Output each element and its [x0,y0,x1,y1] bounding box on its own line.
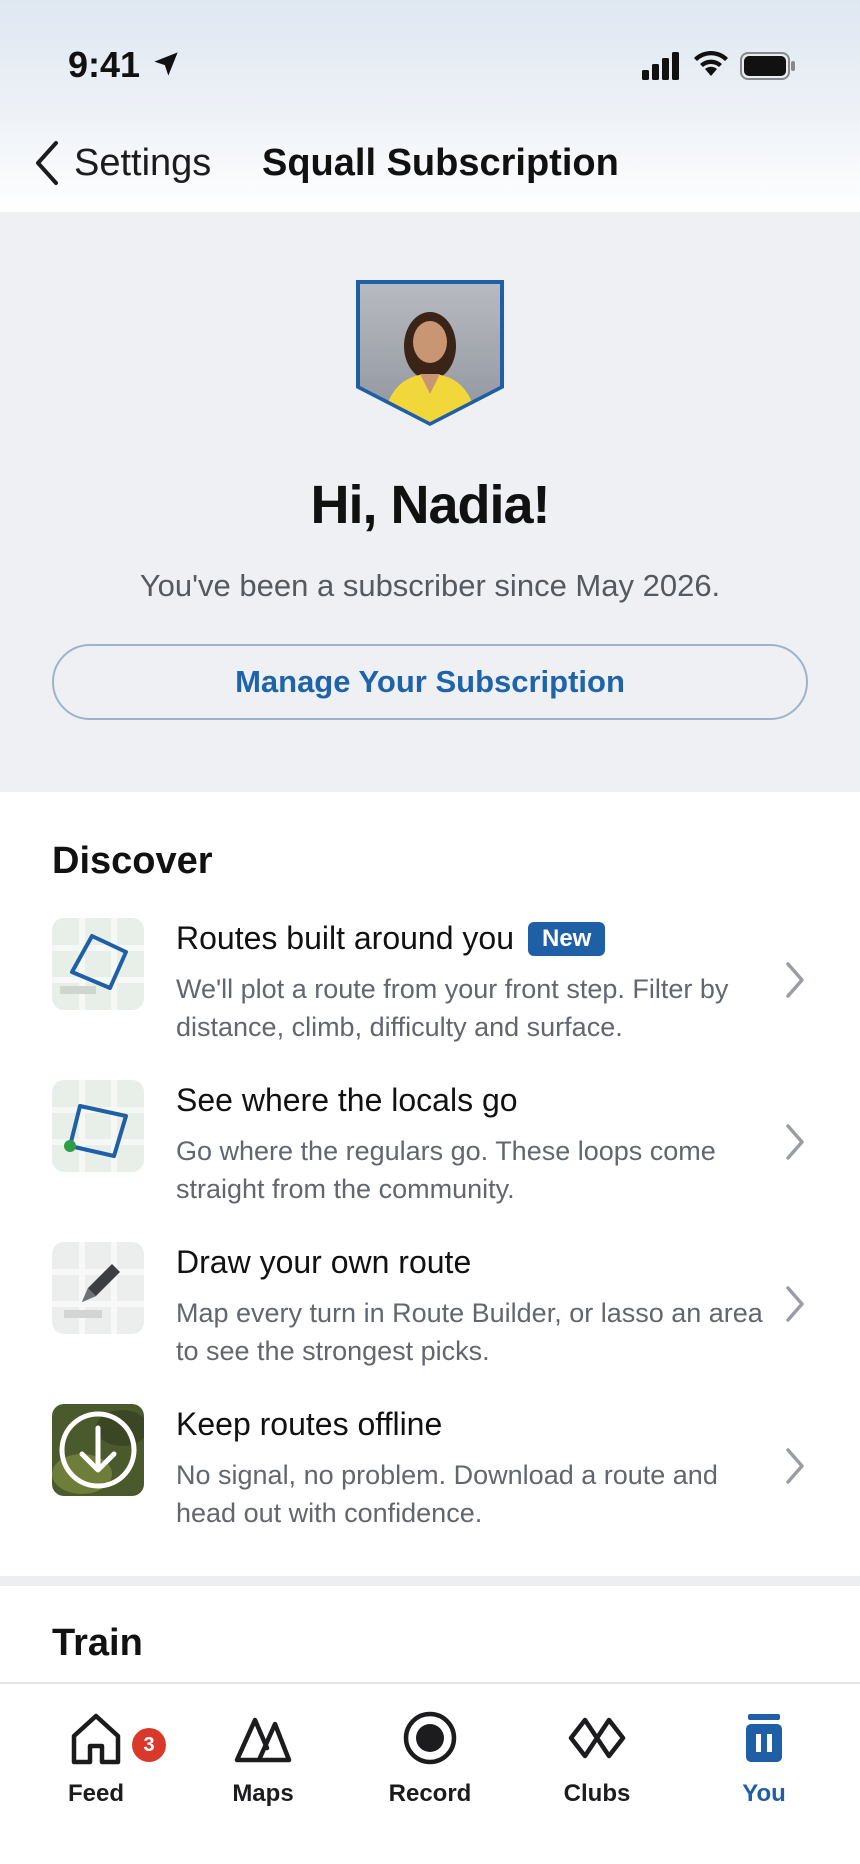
manage-subscription-button[interactable]: Manage Your Subscription [52,644,808,720]
page-title: Squall Subscription [262,142,619,184]
item-description: Go where the regulars go. These loops co… [176,1136,716,1204]
item-title: Keep routes offline [176,1406,442,1443]
subscriber-since-text: You've been a subscriber since May 2026. [139,568,721,603]
tab-label: Feed [67,1780,124,1807]
item-title-text: Keep routes offline [176,1406,443,1442]
item-description: We'll plot a route from your front step.… [176,974,729,1042]
item-title: Draw your own route [176,1244,471,1281]
back-button[interactable]: Settings [34,140,211,186]
download-icon [52,1404,144,1496]
status-bar: 9:41 [0,0,860,120]
feed-notification-badge: 3 [132,1728,166,1762]
tab-label: You [742,1780,786,1807]
cellular-signal-icon [642,52,679,80]
item-title-text: See where the locals go [176,1082,518,1118]
header-background: 9:41 Settings Squall Subscription [0,0,860,212]
tab-you[interactable]: You [694,1708,834,1828]
tab-feed[interactable]: 3 Feed [26,1708,166,1828]
tab-label: Record [388,1780,472,1807]
pencil-route-icon [52,1242,144,1334]
chevron-right-icon [786,1448,804,1484]
item-title-text: Routes built around you [176,920,514,956]
new-badge: New [528,921,606,956]
maps-icon [234,1717,292,1763]
home-icon [71,1713,121,1765]
tab-record[interactable]: Record [360,1708,500,1828]
you-icon [746,1714,782,1762]
discover-item-offline[interactable]: Keep routes offline No signal, no proble… [0,1404,860,1554]
wifi-icon [694,50,728,76]
chevron-left-icon [36,141,58,185]
discover-item-locals[interactable]: See where the locals go Go where the reg… [0,1080,860,1230]
tab-label: Maps [232,1780,294,1807]
section-divider [0,1576,860,1586]
chevron-right-icon [786,1286,804,1322]
item-description: Map every turn in Route Builder, or lass… [176,1298,763,1366]
tab-bar: 3 Feed Maps Record Clubs You [0,1682,860,1864]
item-title-text: Draw your own route [176,1244,472,1280]
battery-icon [740,52,795,80]
item-title: See where the locals go [176,1082,518,1119]
greeting: Hi, Nadia! [310,475,550,535]
tab-label: Clubs [563,1780,631,1807]
record-icon [403,1711,457,1765]
discover-item-routes-built[interactable]: Routes built around you New We'll plot a… [0,918,860,1068]
discover-item-draw-route[interactable]: Draw your own route Map every turn in Ro… [0,1242,860,1392]
route-map-icon [52,918,144,1010]
community-route-icon [52,1080,144,1172]
back-label: Settings [74,141,212,184]
tab-maps[interactable]: Maps [193,1708,333,1828]
subscriber-hero: Hi, Nadia! You've been a subscriber sinc… [0,212,860,792]
status-time: 9:41 [68,44,141,85]
navigation-bar: Settings Squall Subscription [0,130,860,210]
location-arrow-icon [154,52,178,76]
chevron-right-icon [786,1124,804,1160]
chevron-right-icon [786,962,804,998]
discover-heading: Discover [52,840,213,882]
train-heading: Train [52,1622,143,1664]
item-description: No signal, no problem. Download a route … [176,1460,718,1528]
clubs-icon [568,1717,626,1759]
profile-badge-avatar [356,280,504,426]
tab-clubs[interactable]: Clubs [527,1708,667,1828]
item-title: Routes built around you New [176,920,606,957]
